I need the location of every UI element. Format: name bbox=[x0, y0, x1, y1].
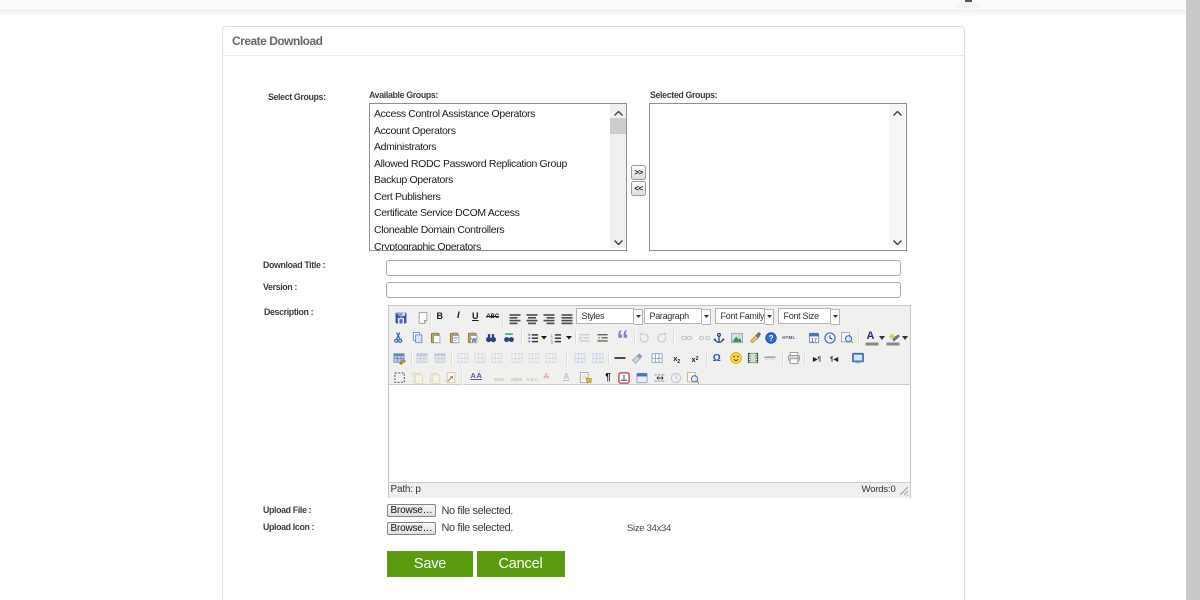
svg-text:?: ? bbox=[768, 334, 773, 343]
svg-text:3: 3 bbox=[550, 340, 553, 345]
svg-text:W: W bbox=[471, 338, 477, 344]
svg-text:17: 17 bbox=[811, 338, 817, 344]
